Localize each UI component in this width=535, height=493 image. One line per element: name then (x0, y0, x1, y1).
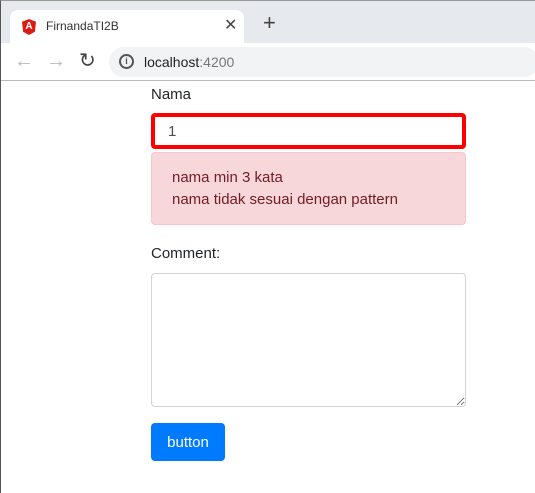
error-message: nama min 3 kata (172, 169, 283, 186)
error-alert: nama min 3 kata nama tidak sesuai dengan… (151, 152, 466, 225)
submit-button[interactable]: button (151, 423, 225, 461)
browser-tab[interactable]: A FirnandaTI2B ✕ (10, 10, 244, 44)
comment-textarea[interactable] (151, 273, 466, 407)
name-label: Nama (151, 86, 192, 103)
close-tab-icon[interactable]: ✕ (224, 15, 237, 35)
back-icon[interactable]: ← (14, 49, 34, 73)
tab-bar: A FirnandaTI2B ✕ + (1, 1, 535, 44)
url-port: :4200 (199, 54, 235, 70)
info-icon[interactable]: i (119, 54, 134, 69)
tab-title: FirnandaTI2B (46, 19, 119, 33)
address-bar[interactable]: i localhost:4200 (109, 47, 535, 77)
forward-icon[interactable]: → (46, 49, 66, 73)
reload-icon[interactable]: ↻ (79, 49, 96, 73)
browser-toolbar: ← → ↻ i localhost:4200 (1, 43, 535, 81)
comment-label: Comment: (151, 245, 221, 262)
angular-logo-icon: A (22, 19, 36, 35)
name-input[interactable] (151, 113, 466, 149)
error-message: nama tidak sesuai dengan pattern (172, 191, 398, 208)
new-tab-button[interactable]: + (263, 12, 276, 34)
url-host: localhost (144, 54, 200, 70)
